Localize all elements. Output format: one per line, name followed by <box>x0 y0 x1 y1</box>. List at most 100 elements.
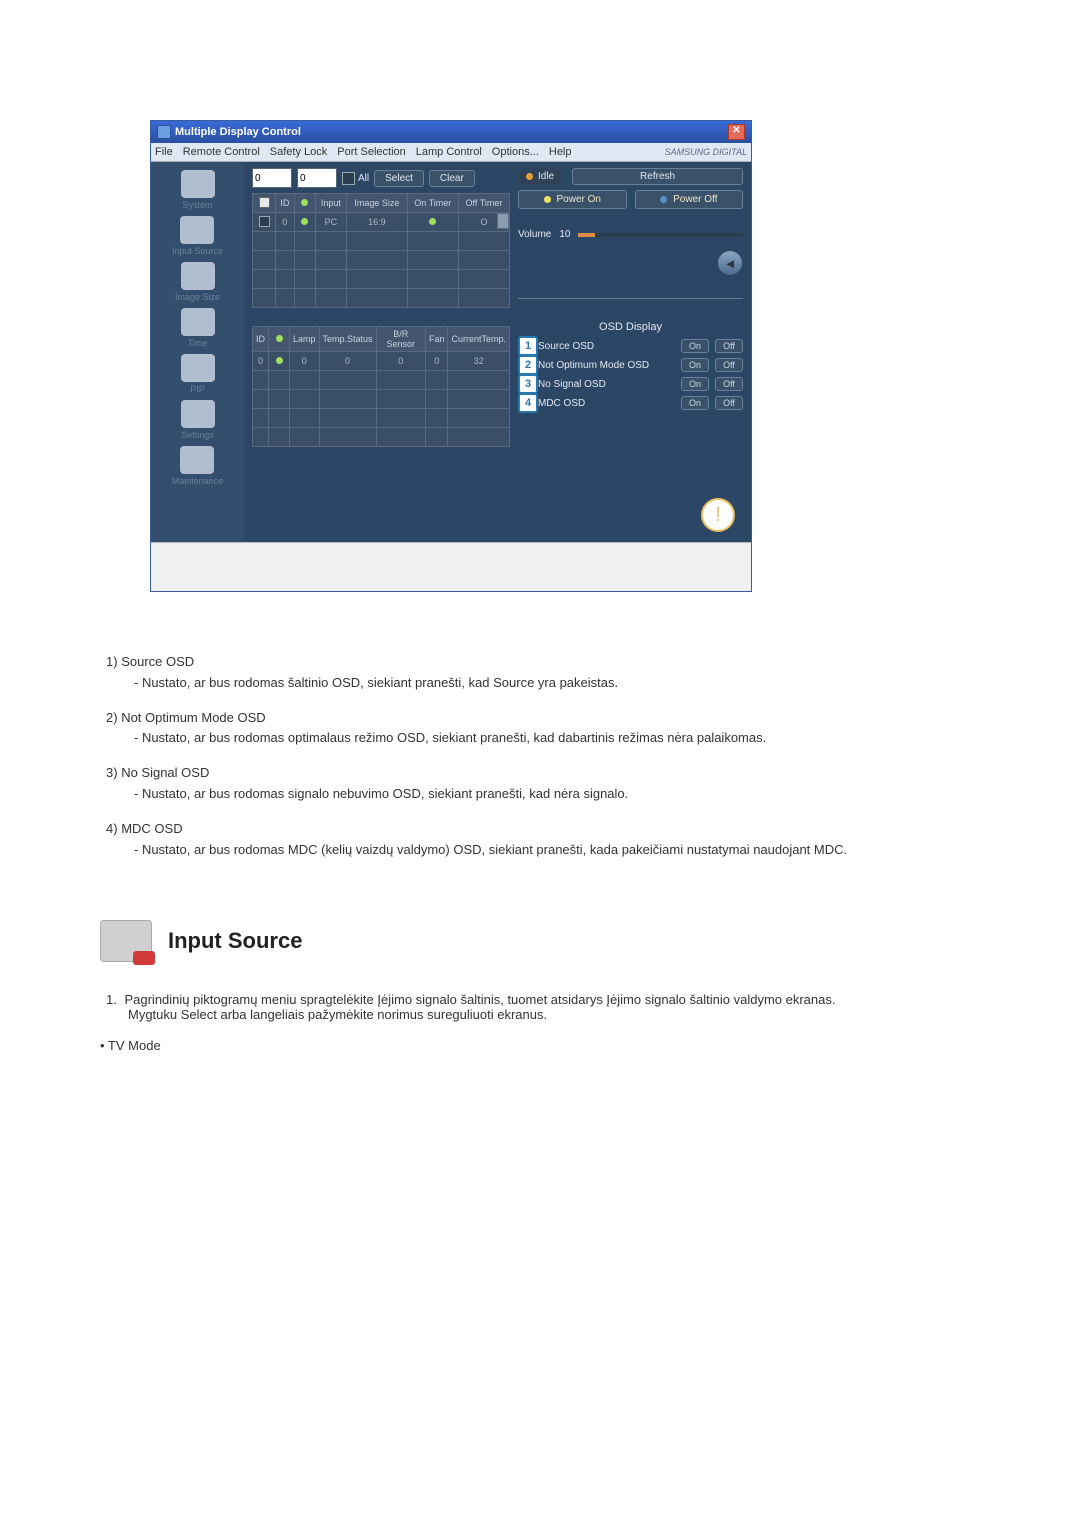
sidebar-item-pip[interactable]: PIP <box>181 354 215 394</box>
sidebar-item-imagesize[interactable]: Image Size <box>175 262 220 302</box>
col2-lamp: Lamp <box>290 327 320 352</box>
osd-row-mdc: 4 MDC OSD On Off <box>538 396 743 410</box>
volume-knob-icon[interactable]: ◄ <box>717 250 743 276</box>
select-button[interactable]: Select <box>374 170 424 187</box>
instruction-1: Pagrindinių piktogramų meniu spragtelėki… <box>124 992 835 1007</box>
volume-control: Volume 10 <box>518 229 743 240</box>
col2-id: ID <box>253 327 269 352</box>
callout-2: 2 <box>518 355 538 375</box>
sidebar-item-system[interactable]: System <box>181 170 215 210</box>
volume-slider[interactable] <box>578 233 743 237</box>
volume-label: Volume <box>518 229 551 240</box>
callout-1: 1 <box>518 336 538 356</box>
sidebar-item-settings[interactable]: Settings <box>181 400 215 440</box>
power-on-dot-icon <box>544 196 551 203</box>
doc-title-1: Source OSD <box>121 654 194 669</box>
all-checkbox[interactable]: All <box>342 172 369 185</box>
status-row[interactable]: 0 0 0 0 0 32 <box>253 352 510 371</box>
sidebar-label-maintenance: Maintenance <box>172 476 224 486</box>
menu-remote[interactable]: Remote Control <box>183 146 260 158</box>
input-source-heading-icon <box>100 920 152 962</box>
all-label: All <box>358 173 369 184</box>
instruction-1b: Mygtuku Select arba langeliais pažymėkit… <box>128 1007 990 1022</box>
osd-row-optimum: 2 Not Optimum Mode OSD On Off <box>538 358 743 372</box>
doc-title-2: Not Optimum Mode OSD <box>121 710 266 725</box>
app-window: Multiple Display Control ✕ File Remote C… <box>150 120 752 592</box>
idle-dot-icon <box>526 173 533 180</box>
col-id: ID <box>276 194 295 213</box>
power-on-button[interactable]: Power On <box>518 190 627 209</box>
source-osd-off[interactable]: Off <box>715 339 743 353</box>
callout-3: 3 <box>518 374 538 394</box>
menubar: File Remote Control Safety Lock Port Sel… <box>151 143 751 162</box>
image-size-icon <box>181 262 215 290</box>
power-off-dot-icon <box>660 196 667 203</box>
doc-title-4: MDC OSD <box>121 821 182 836</box>
menu-help[interactable]: Help <box>549 146 572 158</box>
osd-row-source: 1 Source OSD On Off <box>538 339 743 353</box>
doc-title-3: No Signal OSD <box>121 765 209 780</box>
optimum-osd-on[interactable]: On <box>681 358 709 372</box>
optimum-osd-off[interactable]: Off <box>715 358 743 372</box>
main-panel: All Select Clear ID Input Image Size On … <box>244 162 751 542</box>
col2-fan: Fan <box>425 327 448 352</box>
mdc-osd-on[interactable]: On <box>681 396 709 410</box>
menu-port[interactable]: Port Selection <box>337 146 405 158</box>
window-title: Multiple Display Control <box>175 126 301 138</box>
instructions-list: 1. Pagrindinių piktogramų meniu spragtel… <box>106 992 990 1022</box>
nosignal-osd-on[interactable]: On <box>681 377 709 391</box>
sidebar-item-input[interactable]: Input Source <box>172 216 223 256</box>
col2-curtemp: CurrentTemp. <box>448 327 510 352</box>
menu-file[interactable]: File <box>155 146 173 158</box>
bullet-tv-mode: • TV Mode <box>100 1038 990 1053</box>
description-list: 1) Source OSD - Nustato, ar bus rodomas … <box>100 652 990 860</box>
scrollbar-thumb[interactable] <box>497 213 509 229</box>
nosignal-osd-off[interactable]: Off <box>715 377 743 391</box>
sidebar-item-maintenance[interactable]: Maintenance <box>172 446 224 486</box>
system-icon <box>181 170 215 198</box>
idle-status: Idle <box>518 169 562 184</box>
power-off-button[interactable]: Power Off <box>635 190 744 209</box>
osd-row-nosignal: 3 No Signal OSD On Off <box>538 377 743 391</box>
col-offtimer: Off Timer <box>458 194 509 213</box>
sidebar-label-settings: Settings <box>181 430 215 440</box>
sidebar-label-time: Time <box>181 338 215 348</box>
app-icon <box>157 125 171 139</box>
time-icon <box>181 308 215 336</box>
volume-value: 10 <box>559 229 570 240</box>
mdc-osd-off[interactable]: Off <box>715 396 743 410</box>
id-to-select[interactable] <box>297 168 337 188</box>
source-osd-on[interactable]: On <box>681 339 709 353</box>
settings-icon <box>181 400 215 428</box>
footer-strip <box>151 542 751 591</box>
display-grid: ID Input Image Size On Timer Off Timer 0… <box>252 193 510 308</box>
doc-desc-1: - Nustato, ar bus rodomas šaltinio OSD, … <box>134 673 990 694</box>
id-from-select[interactable] <box>252 168 292 188</box>
sidebar-item-time[interactable]: Time <box>181 308 215 348</box>
col2-temp: Temp.Status <box>319 327 376 352</box>
section-heading: Input Source <box>100 920 990 962</box>
doc-desc-4: - Nustato, ar bus rodomas MDC (kelių vai… <box>134 840 990 861</box>
sidebar-label-imagesize: Image Size <box>175 292 220 302</box>
clear-button[interactable]: Clear <box>429 170 475 187</box>
close-icon[interactable]: ✕ <box>728 124 745 140</box>
menu-safety[interactable]: Safety Lock <box>270 146 327 158</box>
status-grid: ID Lamp Temp.Status B/R Sensor Fan Curre… <box>252 326 510 447</box>
doc-desc-3: - Nustato, ar bus rodomas signalo nebuvi… <box>134 784 990 805</box>
col2-br: B/R Sensor <box>376 327 425 352</box>
heading-text: Input Source <box>168 928 302 954</box>
sidebar-label-system: System <box>181 200 215 210</box>
maintenance-icon <box>180 446 214 474</box>
pip-icon <box>181 354 215 382</box>
sidebar: System Input Source Image Size Time PIP <box>151 162 244 542</box>
osd-display-title: OSD Display <box>518 321 743 333</box>
menu-options[interactable]: Options... <box>492 146 539 158</box>
callout-4: 4 <box>518 393 538 413</box>
col-imagesize: Image Size <box>347 194 408 213</box>
table-row[interactable]: 0 PC 16:9 O <box>253 213 510 232</box>
refresh-button[interactable]: Refresh <box>572 168 743 185</box>
col-ontimer: On Timer <box>407 194 458 213</box>
sidebar-label-input: Input Source <box>172 246 223 256</box>
cell-imagesize: 16:9 <box>347 213 408 232</box>
menu-lamp[interactable]: Lamp Control <box>416 146 482 158</box>
